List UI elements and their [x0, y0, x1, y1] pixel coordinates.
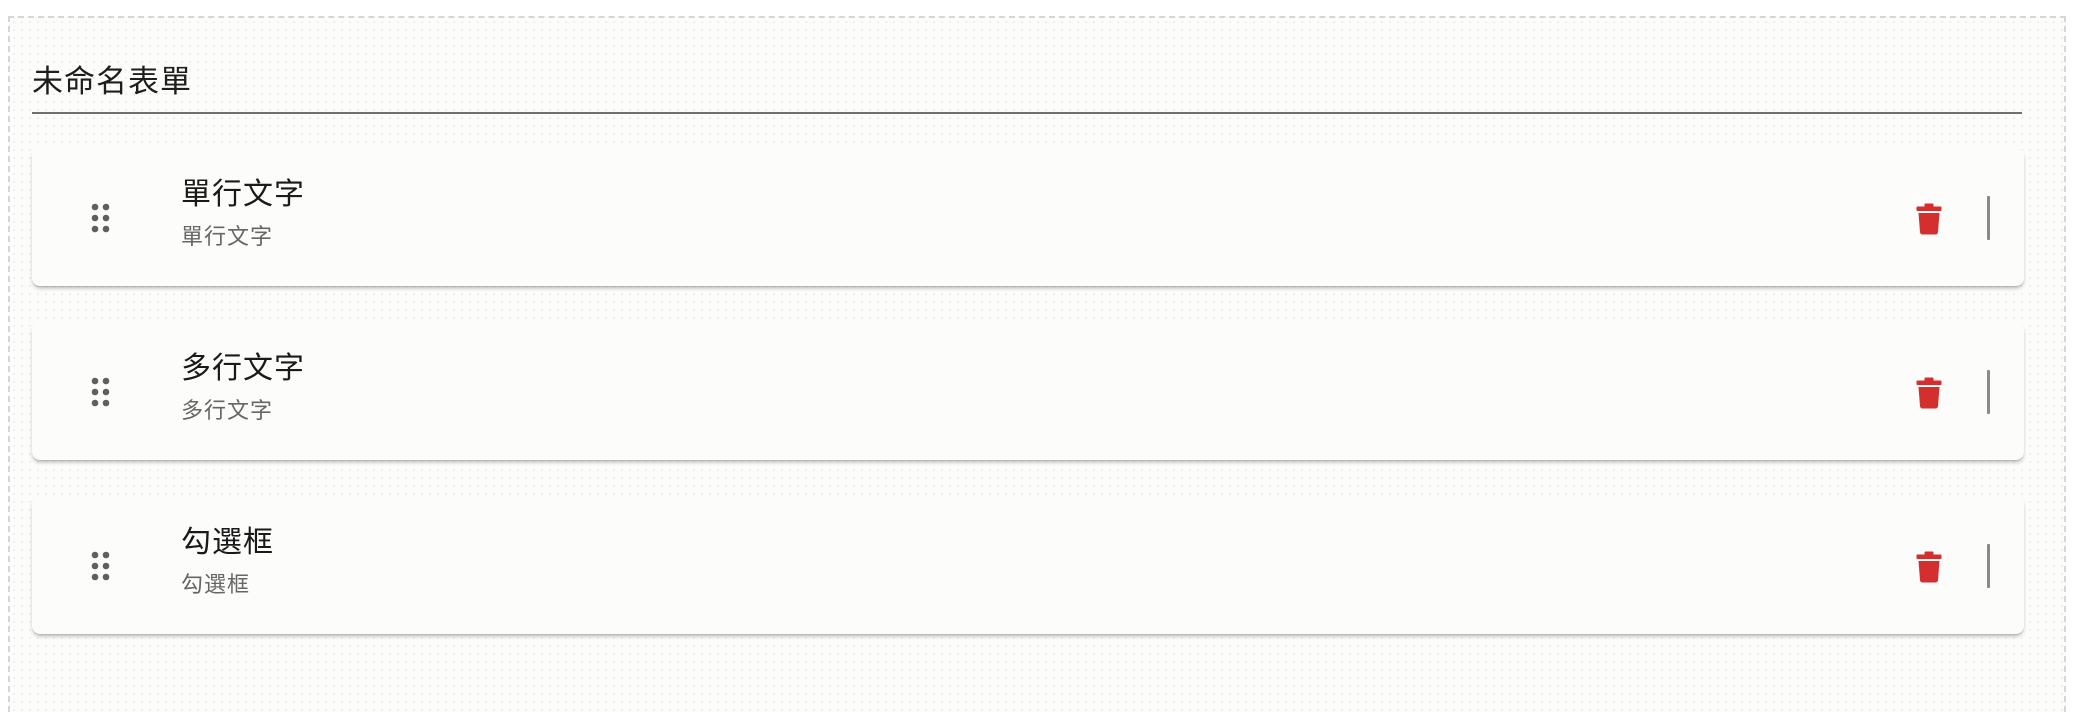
field-title: 勾選框 [181, 525, 274, 560]
drag-handle-icon[interactable] [91, 377, 111, 407]
field-card-multi-line[interactable]: 多行文字 多行文字 [32, 322, 2024, 460]
field-subtitle: 多行文字 [181, 399, 274, 424]
trash-icon [1916, 551, 1942, 583]
field-card-checkbox[interactable]: 勾選框 勾選框 [32, 496, 2024, 634]
form-title[interactable]: 未命名表單 [32, 62, 192, 102]
field-subtitle: 勾選框 [181, 573, 251, 598]
field-title: 單行文字 [181, 177, 305, 212]
drag-handle-icon[interactable] [91, 551, 111, 581]
resize-divider[interactable] [1987, 196, 1990, 240]
delete-field-button[interactable] [1905, 543, 1953, 591]
field-subtitle: 單行文字 [181, 225, 274, 250]
resize-divider[interactable] [1987, 370, 1990, 414]
trash-icon [1916, 377, 1942, 409]
resize-divider[interactable] [1987, 544, 1990, 588]
drag-handle-icon[interactable] [91, 203, 111, 233]
form-title-field[interactable]: 未命名表單 [32, 38, 2022, 114]
field-title: 多行文字 [181, 351, 305, 386]
delete-field-button[interactable] [1905, 369, 1953, 417]
trash-icon [1916, 203, 1942, 235]
field-card-single-line[interactable]: 單行文字 單行文字 [32, 148, 2024, 286]
delete-field-button[interactable] [1905, 195, 1953, 243]
